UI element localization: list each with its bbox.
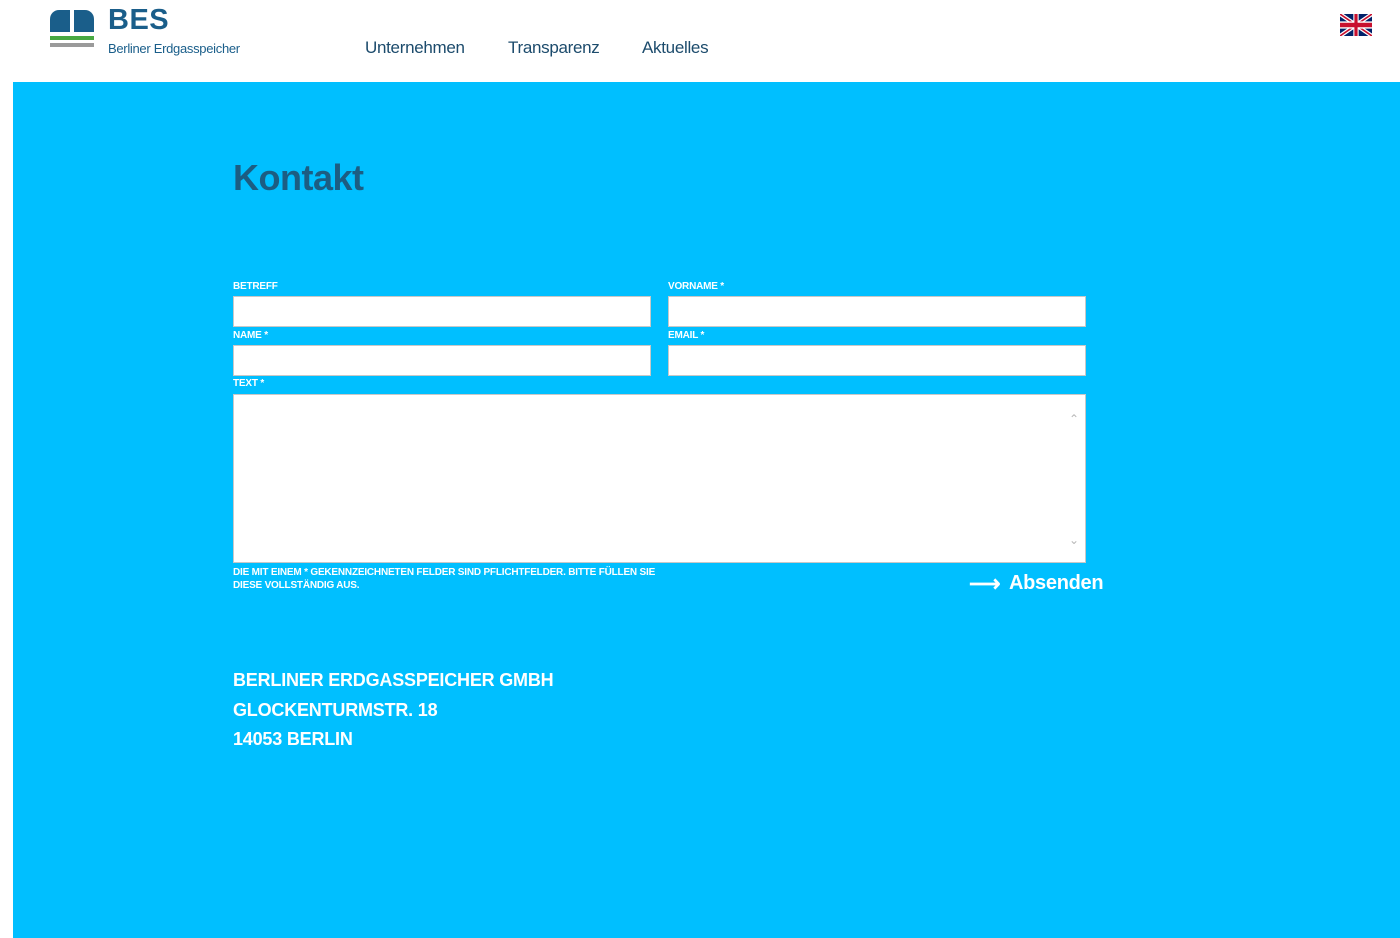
address-line-city: 14053 BERLIN [233, 729, 353, 749]
company-address: BERLINER ERDGASSPEICHER GMBH GLOCKENTURM… [233, 666, 554, 755]
required-fields-note: DIE MIT EINEM * GEKENNZEICHNETEN FELDER … [233, 567, 656, 591]
submit-button[interactable]: ⟶ Absenden [969, 570, 1104, 598]
name-label: NAME * [233, 330, 268, 341]
email-input[interactable] [668, 345, 1086, 376]
email-label: EMAIL * [668, 330, 705, 341]
logo-line-gray [50, 43, 94, 47]
contact-panel: Kontakt BETREFF VORNAME * NAME * EMAIL *… [13, 82, 1400, 938]
logo-block-left [50, 10, 70, 32]
text-area-box: ⌃ ⌄ [233, 394, 1086, 563]
vorname-input[interactable] [668, 296, 1086, 327]
logo-title: BES [108, 4, 170, 36]
nav-item-unternehmen[interactable]: Unternehmen [365, 38, 465, 58]
page-title: Kontakt [233, 157, 364, 198]
name-input[interactable] [233, 345, 651, 376]
address-line-company: BERLINER ERDGASSPEICHER GMBH [233, 670, 554, 690]
site-header: BES Berliner Erdgasspeicher Unternehmen … [0, 0, 1400, 82]
bes-logo[interactable]: BES Berliner Erdgasspeicher [50, 4, 250, 58]
uk-flag-icon[interactable] [1340, 14, 1372, 36]
scroll-up-icon[interactable]: ⌃ [1068, 413, 1080, 425]
nav-item-transparenz[interactable]: Transparenz [508, 38, 600, 58]
betreff-label: BETREFF [233, 281, 278, 292]
text-label: TEXT * [233, 378, 265, 389]
address-line-street: GLOCKENTURMSTR. 18 [233, 699, 438, 720]
betreff-input[interactable] [233, 296, 651, 327]
logo-mark-icon [50, 6, 96, 58]
logo-subtitle: Berliner Erdgasspeicher [108, 41, 240, 56]
vorname-label: VORNAME * [668, 281, 724, 292]
scroll-down-icon[interactable]: ⌄ [1068, 534, 1080, 546]
arrow-right-icon: ⟶ [969, 570, 1001, 596]
text-input[interactable] [234, 395, 1066, 562]
logo-block-right [74, 10, 94, 32]
nav-item-aktuelles[interactable]: Aktuelles [642, 38, 709, 58]
submit-label: Absenden [1009, 572, 1104, 594]
logo-line-green [50, 36, 94, 40]
